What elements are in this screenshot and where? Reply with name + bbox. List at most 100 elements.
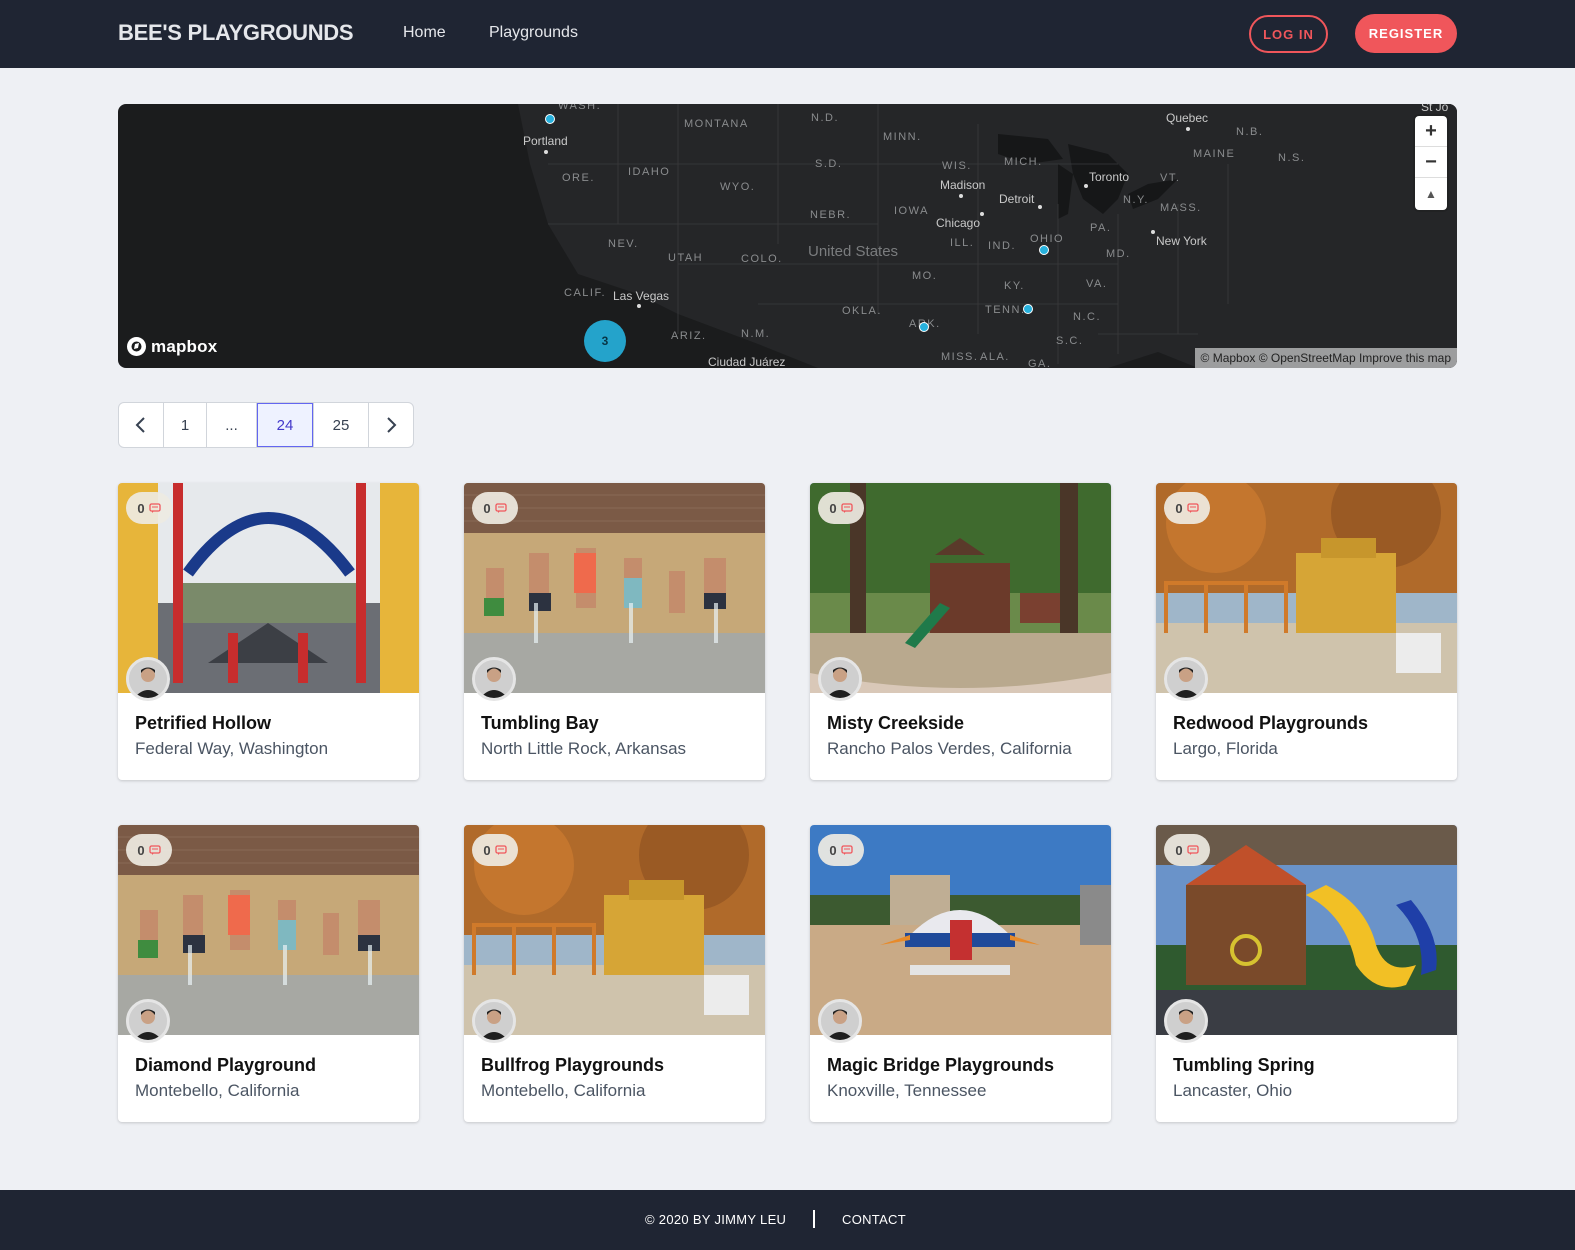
review-count-badge: 0 xyxy=(472,834,518,866)
city-dot xyxy=(1151,230,1155,234)
review-count-badge: 0 xyxy=(1164,492,1210,524)
playground-marker[interactable] xyxy=(1039,245,1049,255)
page-button-1[interactable]: 1 xyxy=(164,403,207,447)
playground-location: North Little Rock, Arkansas xyxy=(481,739,687,758)
user-avatar-image xyxy=(821,1002,859,1040)
login-button[interactable]: LOG IN xyxy=(1249,15,1328,53)
map-label-state: MISS. xyxy=(941,351,979,363)
chevron-left-icon xyxy=(135,417,145,433)
comment-icon xyxy=(1186,844,1199,855)
playground-location: Federal Way, Washington xyxy=(135,739,329,758)
map-city-label: Chicago xyxy=(936,216,981,230)
user-avatar-image xyxy=(129,660,167,698)
user-avatar[interactable] xyxy=(126,657,170,701)
map-label-state: NEV. xyxy=(608,238,639,250)
user-avatar[interactable] xyxy=(818,999,862,1043)
map-label-state: MONTANA xyxy=(684,118,749,130)
zoom-out-button[interactable]: − xyxy=(1415,147,1447,178)
user-avatar[interactable] xyxy=(1164,999,1208,1043)
user-avatar[interactable] xyxy=(1164,657,1208,701)
register-button[interactable]: REGISTER xyxy=(1355,14,1457,53)
playground-name[interactable]: Redwood Playgrounds xyxy=(1173,713,1368,734)
comment-icon xyxy=(840,844,853,855)
mapbox-logo-text: mapbox xyxy=(151,336,218,356)
map-city-label: Madison xyxy=(940,178,986,192)
map-label-state: IDAHO xyxy=(628,166,671,178)
map-label-state: N.D. xyxy=(811,112,839,124)
map-city-label: Las Vegas xyxy=(613,289,670,303)
pagination: 1 ... 24 25 xyxy=(118,402,414,448)
map-city-label: Portland xyxy=(523,134,568,148)
city-dot xyxy=(1038,205,1042,209)
page-ellipsis: ... xyxy=(207,403,257,447)
comment-icon xyxy=(840,502,853,513)
map-city-label: Detroit xyxy=(999,192,1035,206)
nav-home-link[interactable]: Home xyxy=(403,24,446,42)
footer-contact-link[interactable]: CONTACT xyxy=(842,1212,906,1227)
nav-playgrounds-link[interactable]: Playgrounds xyxy=(489,24,578,42)
brand-logo[interactable]: BEE'S PLAYGROUNDS xyxy=(118,20,354,46)
mapbox-logo[interactable]: mapbox xyxy=(126,336,217,357)
city-dot xyxy=(1084,184,1088,188)
playground-map[interactable]: WASH. MONTANA N.D. MINN. ORE. IDAHO WYO.… xyxy=(118,104,1457,368)
review-count-badge: 0 xyxy=(126,492,172,524)
playground-marker[interactable] xyxy=(919,322,929,332)
playground-card[interactable]: 0 Tumbling Spring Lancaster, Ohio xyxy=(1156,825,1457,1122)
mapbox-icon xyxy=(127,337,146,356)
map-label-state: ILL. xyxy=(950,237,975,249)
marker-cluster[interactable]: 3 xyxy=(584,320,626,362)
playground-card[interactable]: 0 Bullfrog Playgrounds Montebello, Calif… xyxy=(464,825,765,1122)
map-label-state: OKLA. xyxy=(842,305,882,317)
playground-name[interactable]: Misty Creekside xyxy=(827,713,964,734)
playground-marker[interactable] xyxy=(545,114,555,124)
prev-page-button[interactable] xyxy=(119,403,164,447)
map-label-state: N.S. xyxy=(1278,152,1306,164)
playground-name[interactable]: Tumbling Bay xyxy=(481,713,599,734)
city-dot xyxy=(980,212,984,216)
user-avatar-image xyxy=(821,660,859,698)
user-avatar-image xyxy=(475,1002,513,1040)
playground-name[interactable]: Tumbling Spring xyxy=(1173,1055,1315,1076)
comment-icon xyxy=(148,844,161,855)
playground-card[interactable]: 0 Tumbling Bay North Little Rock, Arkans… xyxy=(464,483,765,780)
user-avatar-image xyxy=(129,1002,167,1040)
map-label-state: COLO. xyxy=(741,253,783,265)
map-label-state: MD. xyxy=(1106,248,1131,260)
review-count: 0 xyxy=(137,500,145,516)
user-avatar[interactable] xyxy=(472,657,516,701)
map-label-state: KY. xyxy=(1004,280,1025,292)
playground-card[interactable]: 0 Diamond Playground Montebello, Califor… xyxy=(118,825,419,1122)
map-label-state: N.Y. xyxy=(1123,194,1149,206)
comment-icon xyxy=(148,502,161,513)
playground-name[interactable]: Diamond Playground xyxy=(135,1055,316,1076)
zoom-in-button[interactable]: + xyxy=(1415,116,1447,147)
user-avatar[interactable] xyxy=(126,999,170,1043)
page-button-24[interactable]: 24 xyxy=(257,403,314,447)
map-label-state: N.M. xyxy=(741,328,771,340)
user-avatar[interactable] xyxy=(472,999,516,1043)
map-label-state: ALA. xyxy=(980,351,1010,363)
playground-card[interactable]: 0 Redwood Playgrounds Largo, Florida xyxy=(1156,483,1457,780)
map-city-label: Ciudad Juárez xyxy=(708,355,786,368)
city-dot xyxy=(959,194,963,198)
compass-icon[interactable]: ▲ xyxy=(1415,178,1447,209)
playground-name[interactable]: Magic Bridge Playgrounds xyxy=(827,1055,1054,1076)
map-label-state: ARIZ. xyxy=(671,330,707,342)
playground-marker[interactable] xyxy=(1023,304,1033,314)
map-label-state: PA. xyxy=(1090,222,1112,234)
playground-name[interactable]: Petrified Hollow xyxy=(135,713,271,734)
site-footer: © 2020 BY JIMMY LEU CONTACT xyxy=(0,1190,1575,1250)
map-land xyxy=(518,104,1457,368)
playground-card[interactable]: 0 Petrified Hollow Federal Way, Washingt… xyxy=(118,483,419,780)
page-button-25[interactable]: 25 xyxy=(314,403,369,447)
user-avatar[interactable] xyxy=(818,657,862,701)
map-label-state: GA. xyxy=(1028,358,1052,368)
playground-card[interactable]: 0 Misty Creekside Rancho Palos Verdes, C… xyxy=(810,483,1111,780)
map-label-state: VT. xyxy=(1160,172,1181,184)
playground-name[interactable]: Bullfrog Playgrounds xyxy=(481,1055,664,1076)
playground-card[interactable]: 0 Magic Bridge Playgrounds Knoxville, Te… xyxy=(810,825,1111,1122)
next-page-button[interactable] xyxy=(369,403,413,447)
map-label-state: MASS. xyxy=(1160,202,1202,214)
map-attribution[interactable]: © Mapbox © OpenStreetMap Improve this ma… xyxy=(1194,348,1457,368)
map-label-state: N.C. xyxy=(1073,311,1101,323)
